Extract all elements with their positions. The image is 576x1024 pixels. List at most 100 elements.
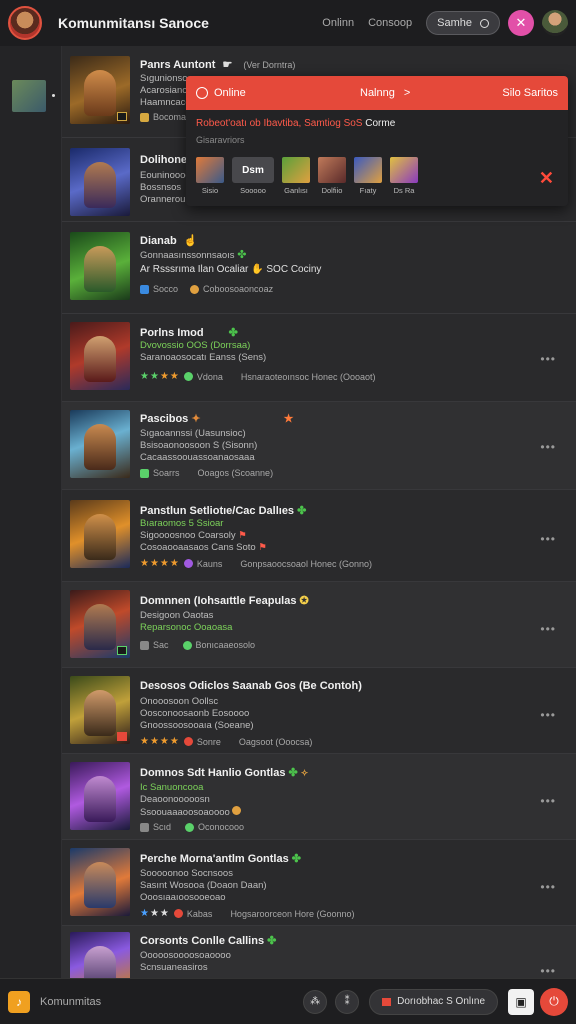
- game-subtitle: Haamncacc: [140, 97, 191, 108]
- status-pill[interactable]: Samhe: [426, 11, 500, 35]
- game-meta-text: Scıd: [153, 822, 172, 832]
- online-friends-pill[interactable]: Dorıobhac S Onlıne: [369, 988, 498, 1015]
- rating-stars: ★★★★: [140, 558, 180, 569]
- friend-tile[interactable]: Dolfiio: [318, 157, 346, 195]
- screen-icon[interactable]: ▣: [508, 988, 534, 1015]
- friend-tile[interactable]: Fıaty: [354, 157, 382, 195]
- game-subtitle-text: Ar Rsssrıma Ilan Ocaliar: [140, 264, 249, 275]
- rail-thumbnail[interactable]: [12, 80, 46, 112]
- game-row[interactable]: Dianab ☝ Gonnaasınssonnsaoıs ✤ Ar Rsssrı…: [62, 222, 576, 314]
- game-row[interactable]: Pascibos ✦ ★ Sıgaoannssi (Uasunsioc) Bsi…: [62, 402, 576, 490]
- game-thumbnail[interactable]: [70, 148, 130, 216]
- tag-icon: [140, 822, 149, 832]
- game-meta-text-2: Hogsaroorceon Hore (Goonno): [230, 908, 355, 919]
- bottom-bar: ♪ Komunmitas ⁂ ⁑ Dorıobhac S Onlıne ▣ ⏻: [0, 978, 576, 1024]
- tag-icon: [140, 468, 149, 478]
- badge-icon: [117, 732, 127, 741]
- game-row[interactable]: Domnos Sdt Hanlio Gontlas ✤ ✧ Ic Sanuonc…: [62, 754, 576, 840]
- game-thumbnail[interactable]: [70, 590, 130, 658]
- friend-tile-label: Dolfiio: [321, 186, 343, 195]
- game-subtitle: Sıgaoannssi (Uasunsioc): [140, 428, 246, 439]
- game-row[interactable]: Desosos Odiclos Saanab Gos (Be Contoh) O…: [62, 668, 576, 754]
- rail-indicator-dot: [52, 94, 55, 97]
- more-options-icon[interactable]: •••: [540, 964, 556, 978]
- more-options-icon[interactable]: •••: [540, 440, 556, 454]
- status-chip-icon: [183, 559, 193, 568]
- popover-message-end: Corme: [365, 118, 396, 129]
- game-row[interactable]: Panstlun Setliotıe/Cac Dallıes ✤ Bıaraom…: [62, 490, 576, 582]
- more-options-icon[interactable]: •••: [540, 532, 556, 546]
- game-meta-text-2: Ooagos (Scoanne): [197, 468, 274, 478]
- game-subtitle: Cosoaooaasaos Cans Soto ⚑: [140, 542, 267, 554]
- popover-header: Online Nalnng > Silo Saritos: [186, 76, 568, 110]
- game-subtitle: Sıgunionsoa: [140, 73, 193, 84]
- popover-action-button[interactable]: Dsm: [232, 157, 274, 183]
- second-link[interactable]: Consoop: [368, 17, 412, 29]
- status-chip-icon: [173, 909, 183, 918]
- power-icon[interactable]: ⏻: [540, 987, 568, 1016]
- popover-status: Online: [214, 87, 246, 99]
- more-options-icon[interactable]: •••: [540, 622, 556, 636]
- game-meta-text: Soarrs: [153, 468, 180, 478]
- game-subtitle: Bossnsos: [140, 182, 182, 193]
- app-logo-icon[interactable]: ♪: [8, 990, 30, 1013]
- user-avatar[interactable]: [542, 10, 568, 36]
- friend-tile[interactable]: Ganlısı: [282, 157, 310, 195]
- more-options-icon[interactable]: •••: [540, 794, 556, 808]
- friend-tile-label: Ganlısı: [284, 186, 308, 195]
- leaf-icon: ✤: [228, 327, 238, 339]
- friend-tile[interactable]: Ds Ra: [390, 157, 418, 195]
- game-thumbnail[interactable]: [70, 676, 130, 744]
- game-row[interactable]: Corsonts Conlle Callins ✤ Ooooosoooosoao…: [62, 926, 576, 978]
- game-title-text: Panstlun Setliotıe/Cac Dallıes: [140, 505, 295, 517]
- game-thumbnail[interactable]: [70, 500, 130, 568]
- game-meta: Scıd Oconocooo: [140, 822, 244, 832]
- online-link[interactable]: Onlinn: [322, 17, 354, 29]
- app-avatar[interactable]: [8, 6, 42, 40]
- more-options-icon[interactable]: •••: [540, 708, 556, 722]
- game-subtitle: Reparsonoc Ooaoasa: [140, 622, 233, 633]
- game-subtitle: Bsisoaonoosoon S (Sisonn): [140, 440, 258, 451]
- character-figure: [84, 246, 116, 292]
- game-title: Domnos Sdt Hanlio Gontlas ✤ ✧: [140, 766, 308, 779]
- game-thumbnail[interactable]: [70, 410, 130, 478]
- game-row[interactable]: Perche Morna'antlm Gontlas ✤ Sooooonoo S…: [62, 840, 576, 926]
- left-rail: [0, 46, 62, 978]
- mentions-icon[interactable]: ⁑: [335, 989, 360, 1014]
- more-options-icon[interactable]: •••: [540, 880, 556, 894]
- game-subtitle: Onooosoon Oollsc: [140, 696, 219, 707]
- game-thumbnail[interactable]: [70, 932, 130, 978]
- close-icon[interactable]: ✕: [508, 10, 534, 36]
- game-row[interactable]: Domnnen (Iohsaıttle Feapulas ✪ Desigoon …: [62, 582, 576, 668]
- game-title-text: Panrs Auntont: [140, 59, 216, 71]
- rating-stars: ★★★: [140, 908, 170, 919]
- popover-middle-link[interactable]: Nalnng >: [360, 87, 410, 99]
- game-row[interactable]: Porlns Imod ✤ Dvovossio OOS (Dorrsaa) Sa…: [62, 314, 576, 402]
- game-thumbnail[interactable]: [70, 848, 130, 916]
- game-title: Dianab ☝: [140, 234, 197, 247]
- tools-icon[interactable]: ⁂: [303, 989, 328, 1014]
- game-thumbnail[interactable]: [70, 322, 130, 390]
- game-subtitle-text: Sigoooosnoo Coarsoly: [140, 530, 236, 541]
- game-subtitle: Dvovossio OOS (Dorrsaa): [140, 340, 251, 351]
- game-meta-text-2: Gonpsaoocsoaol Honec (Gonno): [240, 558, 372, 569]
- game-meta-text-2: Oconocooo: [198, 822, 245, 832]
- character-figure: [84, 862, 116, 908]
- game-meta-text-2: Coboosoaoncoaz: [203, 284, 274, 294]
- game-title-text: Corsonts Conlle Callins: [140, 935, 265, 947]
- leaf-icon: ✤: [267, 935, 277, 947]
- friend-tile[interactable]: Sisio: [196, 157, 224, 195]
- popover-close-icon[interactable]: ✕: [539, 168, 554, 189]
- game-thumbnail[interactable]: [70, 232, 130, 300]
- more-options-icon[interactable]: •••: [540, 352, 556, 366]
- friend-avatar: [354, 157, 382, 183]
- game-thumbnail[interactable]: [70, 56, 130, 124]
- game-thumbnail[interactable]: [70, 762, 130, 830]
- game-title-text: Porlns Imod: [140, 327, 204, 339]
- popover-button-caption: Sooooo: [240, 186, 266, 195]
- game-subtitle: Ssoouaaaoosoaoooo: [140, 806, 242, 819]
- game-subtitle: Oosconoosaonb Eosoooo: [140, 708, 250, 719]
- badge-icon: [117, 646, 127, 655]
- online-popover: Online Nalnng > Silo Saritos Robeot'oatı…: [186, 76, 568, 206]
- character-figure: [84, 70, 116, 116]
